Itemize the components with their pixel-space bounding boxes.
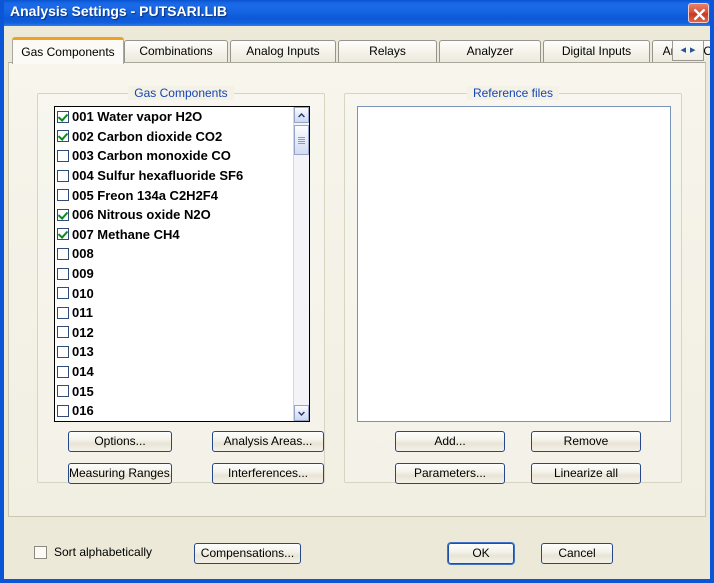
gas-components-list-items: 001 Water vapor H2O 002 Carbon dioxide CO… [55,107,293,421]
tab-scroll-left-icon[interactable]: ◂ [678,45,688,56]
tab-scroll-right-icon[interactable]: ▸ [688,45,698,56]
sort-alphabetically-label: Sort alphabetically [54,545,153,559]
gas-list-scrollbar[interactable] [293,107,309,421]
analysis-settings-dialog: Analysis Settings - PUTSARI.LIB Gas Comp… [0,0,714,583]
gas-component-label: 009 [72,266,94,282]
gas-component-item[interactable]: 001 Water vapor H2O [55,107,293,127]
gas-component-item[interactable]: 013 [55,342,293,362]
gas-component-checkbox[interactable] [57,404,69,417]
gas-component-label: 005 Freon 134a C2H2F4 [72,187,218,203]
window-title: Analysis Settings - PUTSARI.LIB [10,3,228,19]
title-bar: Analysis Settings - PUTSARI.LIB [4,0,710,26]
remove-button[interactable]: Remove [531,431,641,452]
reference-files-group: Reference files Add... Remove Parameters… [344,86,682,484]
gas-component-label: 011 [72,305,93,321]
gas-component-label: 013 [72,344,94,360]
gas-component-label: 007 Methane CH4 [72,226,180,242]
gas-component-item[interactable]: 008 [55,244,293,264]
gas-components-group-label: Gas Components [128,86,234,100]
gas-components-listbox[interactable]: 001 Water vapor H2O 002 Carbon dioxide CO… [54,106,310,422]
gas-component-label: 004 Sulfur hexafluoride SF6 [72,168,244,184]
gas-component-item[interactable]: 007 Methane CH4 [55,225,293,245]
parameters-button[interactable]: Parameters... [395,463,505,484]
gas-component-checkbox[interactable] [57,267,69,280]
close-button[interactable] [688,3,709,23]
tab-strip: Gas Components Combinations Analog Input… [12,37,710,64]
gas-component-item[interactable]: 011 [55,303,293,323]
tab-relays[interactable]: Relays [338,40,437,62]
gas-component-item[interactable]: 002 Carbon dioxide CO2 [55,127,293,147]
chevron-up-icon [298,112,305,117]
gas-component-item[interactable]: 016 [55,401,293,421]
gas-component-item[interactable]: 004 Sulfur hexafluoride SF6 [55,166,293,186]
tab-analog-inputs[interactable]: Analog Inputs [230,40,336,62]
scroll-up-button[interactable] [294,107,309,123]
gas-component-label: 006 Nitrous oxide N2O [72,207,211,223]
gas-component-item[interactable]: 003 Carbon monoxide CO [55,146,293,166]
gas-component-label: 001 Water vapor H2O [72,109,203,125]
sort-alphabetically-row[interactable]: Sort alphabetically [34,545,152,559]
gas-component-item[interactable]: 005 Freon 134a C2H2F4 [55,185,293,205]
gas-component-checkbox[interactable] [57,365,69,378]
chevron-down-icon [298,411,305,416]
reference-files-group-title: Reference files [345,86,681,100]
gas-component-item[interactable]: 017 [55,421,293,422]
tab-gas-components[interactable]: Gas Components [12,37,124,64]
gas-component-checkbox[interactable] [57,169,69,182]
gas-component-item[interactable]: 009 [55,264,293,284]
gas-component-item[interactable]: 006 Nitrous oxide N2O [55,205,293,225]
gas-component-checkbox[interactable] [57,110,69,123]
gas-component-label: 015 [72,383,94,399]
ok-button[interactable]: OK [448,543,514,564]
gas-component-checkbox[interactable] [57,149,69,162]
gas-component-checkbox[interactable] [57,189,69,202]
add-button[interactable]: Add... [395,431,505,452]
interferences-button[interactable]: Interferences... [212,463,324,484]
gas-component-checkbox[interactable] [57,247,69,260]
tab-analyzer[interactable]: Analyzer [439,40,541,62]
gas-component-item[interactable]: 014 [55,362,293,382]
tab-digital-inputs[interactable]: Digital Inputs [543,40,650,62]
gas-component-label: 008 [72,246,94,262]
gas-component-checkbox[interactable] [57,208,69,221]
gas-component-item[interactable]: 012 [55,323,293,343]
tab-combinations[interactable]: Combinations [124,40,228,62]
scroll-thumb[interactable] [294,125,309,155]
cancel-button[interactable]: Cancel [541,543,613,564]
gas-component-checkbox[interactable] [57,130,69,143]
gas-component-label: 012 [72,324,94,340]
tab-scroll-buttons[interactable]: ◂ ▸ [672,40,704,61]
gas-component-label: 002 Carbon dioxide CO2 [72,128,223,144]
gas-component-item[interactable]: 010 [55,283,293,303]
reference-files-group-label: Reference files [466,86,560,100]
options-button[interactable]: Options... [68,431,172,452]
gas-component-checkbox[interactable] [57,306,69,319]
dialog-footer: Sort alphabetically Compensations... OK … [8,525,706,575]
gas-component-label: 016 [72,403,94,419]
tab-page-gas-components: Gas Components 001 Water vapor H2O 002 Ca… [8,62,706,517]
sort-alphabetically-checkbox[interactable] [34,545,47,559]
gas-component-checkbox[interactable] [57,345,69,358]
gas-component-checkbox[interactable] [57,385,69,398]
analysis-areas-button[interactable]: Analysis Areas... [212,431,324,452]
close-icon [694,8,705,20]
linearize-all-button[interactable]: Linearize all [531,463,641,484]
scroll-down-button[interactable] [294,405,309,421]
gas-component-item[interactable]: 015 [55,381,293,401]
gas-component-checkbox[interactable] [57,326,69,339]
gas-component-checkbox[interactable] [57,228,69,241]
measuring-ranges-button[interactable]: Measuring Ranges... [68,463,172,484]
gas-component-label: 003 Carbon monoxide CO [72,148,231,164]
gas-component-checkbox[interactable] [57,287,69,300]
scroll-thumb-grip-icon [298,136,305,144]
gas-components-group: Gas Components 001 Water vapor H2O 002 Ca… [37,86,325,484]
gas-component-label: 010 [72,285,94,301]
compensations-button[interactable]: Compensations... [194,543,301,564]
gas-components-group-title: Gas Components [38,86,324,100]
gas-component-label: 014 [72,364,94,380]
reference-files-listbox[interactable] [357,106,671,422]
